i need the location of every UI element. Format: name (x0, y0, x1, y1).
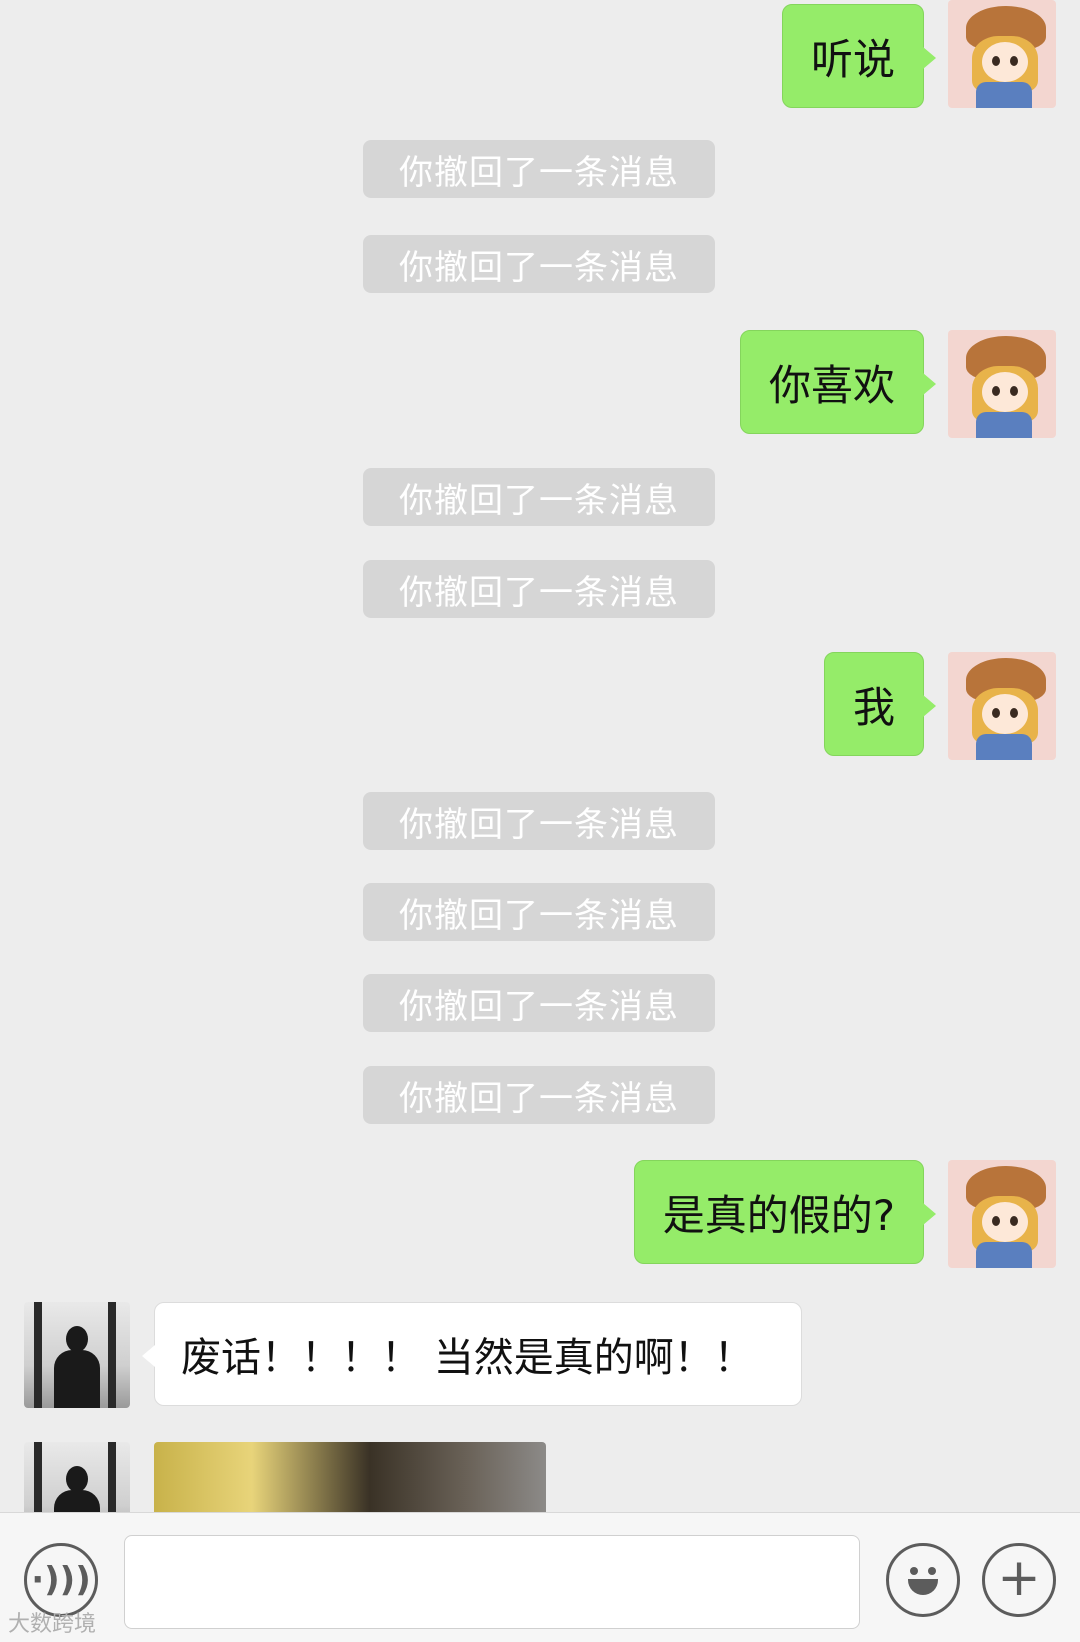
watermark: 大数跨境 (8, 1612, 97, 1637)
received-message-bubble[interactable]: 废话！！！！ 当然是真的啊！！ (142, 1302, 802, 1406)
more-button[interactable]: + (982, 1543, 1056, 1617)
recall-notice: 你撤回了一条消息 (363, 974, 715, 1032)
avatar-self[interactable] (948, 330, 1056, 438)
message-row-received: 废话！！！！ 当然是真的啊！！ (24, 1302, 802, 1408)
message-row-sent: 你喜欢 (739, 330, 1056, 438)
emoji-icon (898, 1555, 948, 1605)
emoji-button[interactable] (886, 1543, 960, 1617)
message-row-sent: 我 (823, 652, 1056, 760)
avatar-self[interactable] (948, 652, 1056, 760)
recall-notice: 你撤回了一条消息 (363, 560, 715, 618)
recall-notice: 你撤回了一条消息 (363, 792, 715, 850)
sent-message-bubble[interactable]: 你喜欢 (739, 330, 937, 434)
recall-notice: 你撤回了一条消息 (363, 235, 715, 293)
avatar-contact[interactable] (24, 1302, 130, 1408)
recall-notice: 你撤回了一条消息 (363, 140, 715, 198)
voice-icon: ·))) (31, 1560, 91, 1600)
recall-notice: 你撤回了一条消息 (363, 883, 715, 941)
plus-icon: + (997, 1548, 1041, 1608)
recall-notice: 你撤回了一条消息 (363, 468, 715, 526)
message-text: 是真的假的? (662, 1190, 895, 1240)
message-row-received (24, 1442, 546, 1512)
sent-message-bubble[interactable]: 是真的假的? (633, 1160, 937, 1264)
message-text: 你喜欢 (768, 360, 895, 410)
recall-notice: 你撤回了一条消息 (363, 1066, 715, 1124)
avatar-self[interactable] (948, 1160, 1056, 1268)
avatar-self[interactable] (948, 0, 1056, 108)
sent-message-bubble[interactable]: 听说 (781, 4, 937, 108)
message-text: 废话！！！！ 当然是真的啊！！ (181, 1335, 754, 1381)
sent-message-bubble[interactable]: 我 (823, 652, 937, 756)
message-input[interactable] (124, 1535, 860, 1629)
avatar-contact[interactable] (24, 1442, 130, 1512)
chat-area[interactable]: 听说 你撤回了一条消息 你撤回了一条消息 你喜欢 你撤回了一条消息 你撤回了一条… (0, 0, 1080, 1512)
message-row-sent: 是真的假的? (633, 1160, 1056, 1268)
input-bar: ·))) + 大数跨境 (0, 1512, 1080, 1642)
image-message[interactable] (154, 1442, 546, 1512)
message-row-sent: 听说 (781, 0, 1056, 108)
message-text: 我 (852, 682, 895, 732)
message-text: 听说 (810, 34, 895, 84)
